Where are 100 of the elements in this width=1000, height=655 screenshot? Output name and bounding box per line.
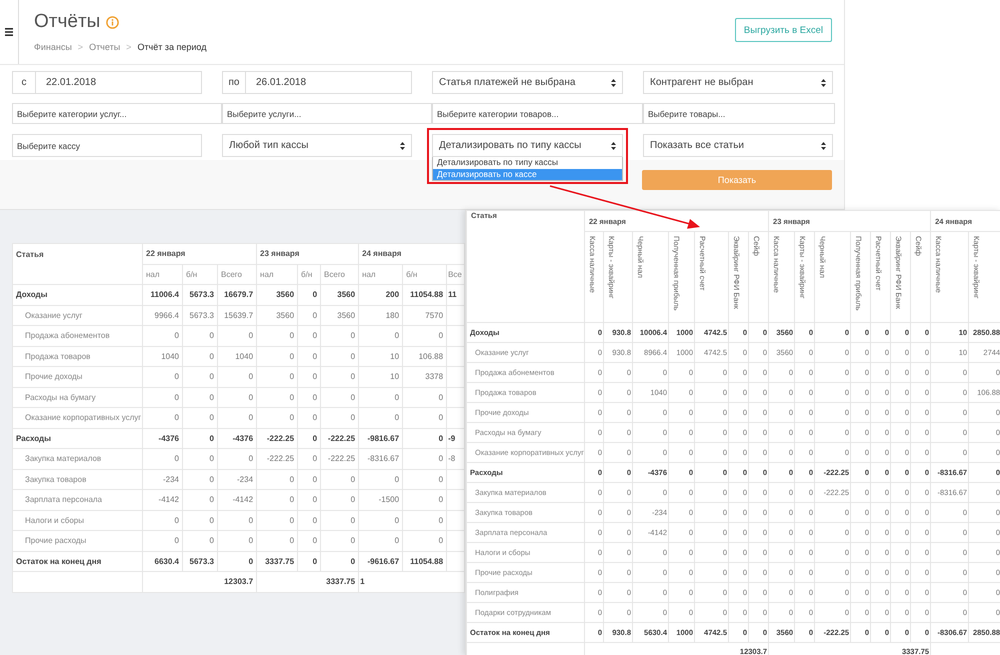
table-cell: 3337.75 (256, 572, 359, 592)
table-cell: 11006.4 (142, 284, 182, 305)
table-cell: 0 (298, 326, 321, 346)
table-cell: 0 (256, 510, 298, 530)
table-cell: 0 (320, 551, 359, 572)
dropdown[interactable]: Показать все статьи (643, 134, 833, 157)
table-cell: 0 (142, 366, 182, 387)
dropdown[interactable]: Статья платежей не выбрана (432, 71, 623, 94)
table-cell: 10 (358, 346, 403, 366)
table-cell: 5673.3 (182, 305, 218, 326)
table-cell: -222.25 (256, 428, 298, 448)
table-cell: 0 (320, 387, 359, 408)
field-label: с (12, 71, 36, 94)
multiselect-field[interactable]: Выберите категории товаров... (432, 103, 643, 124)
select-caret-icon (821, 78, 826, 86)
table-cell: -9616.67 (358, 551, 403, 572)
table-cell: 0 (320, 366, 359, 387)
multiselect-field[interactable]: Выберите товары... (643, 103, 835, 124)
table-cell: -222.25 (320, 428, 359, 448)
table-cell: 0 (358, 510, 403, 530)
table-cell: 0 (256, 490, 298, 510)
table-cell: 3560 (320, 305, 359, 326)
table-cell: 0 (298, 490, 321, 510)
table-cell: 16679.7 (218, 284, 257, 305)
table-cell: 0 (402, 530, 447, 551)
table-cell: 0 (320, 530, 359, 551)
table-cell: 0 (256, 387, 298, 408)
column-header: нал (142, 264, 182, 284)
date-field[interactable]: 26.01.2018 (246, 71, 412, 94)
table-cell: 0 (358, 408, 403, 428)
column-header: Всего (320, 264, 359, 284)
table-cell: 0 (358, 387, 403, 408)
table-cell: 3560 (320, 284, 359, 305)
row-label: Налоги и сборы (12, 510, 142, 530)
table-cell: 0 (142, 326, 182, 346)
table-cell: 0 (218, 366, 257, 387)
table-cell: 0 (256, 530, 298, 551)
select-caret-icon (821, 142, 826, 150)
row-label: Зарплата персонала (12, 490, 142, 510)
date-field[interactable]: 22.01.2018 (36, 71, 202, 94)
column-header: б/н (182, 264, 218, 284)
table-cell: 10 (358, 366, 403, 387)
column-header: нал (358, 264, 403, 284)
table-cell: 0 (402, 448, 447, 469)
dropdown[interactable]: Любой тип кассы (222, 134, 412, 157)
row-label: Доходы (12, 284, 142, 305)
table-cell: 1040 (142, 346, 182, 366)
table-cell: 0 (320, 408, 359, 428)
table-cell: 0 (402, 490, 447, 510)
table-cell: 0 (298, 469, 321, 490)
row-label: Оказание корпоративных услуг (12, 408, 142, 428)
table-cell: -9816.67 (358, 428, 403, 448)
multiselect-field[interactable]: Выберите услуги... (222, 103, 432, 124)
table-cell: 0 (142, 387, 182, 408)
table-cell: -234 (142, 469, 182, 490)
table-cell: 0 (182, 510, 218, 530)
table-cell: -222.25 (256, 448, 298, 469)
table-cell: 0 (402, 408, 447, 428)
breadcrumb-link[interactable]: Отчеты (89, 42, 120, 52)
table-cell: 0 (218, 387, 257, 408)
table-cell: 0 (182, 490, 218, 510)
dropdown-option[interactable]: Детализировать по типу кассы (433, 157, 622, 168)
table-cell: -4376 (218, 428, 257, 448)
table-cell: 0 (182, 530, 218, 551)
row-label: Оказание услуг (12, 305, 142, 326)
table-cell: 0 (298, 387, 321, 408)
row-label: Закупка материалов (12, 448, 142, 469)
select-caret-icon (611, 142, 616, 150)
table-cell: 0 (256, 326, 298, 346)
menu-icon[interactable] (5, 28, 13, 36)
table-cell: 0 (298, 551, 321, 572)
breadcrumb-link[interactable]: Финансы (34, 42, 72, 52)
page-title: Отчёты (34, 11, 100, 33)
table-cell: 3378 (402, 366, 447, 387)
input-field[interactable]: Выберите кассу (12, 134, 202, 157)
table-cell: 0 (182, 469, 218, 490)
column-header: 24 января (358, 244, 465, 264)
dropdown[interactable]: Контрагент не выбран (643, 71, 833, 94)
table-cell: 0 (298, 530, 321, 551)
table-cell: 0 (320, 510, 359, 530)
column-header: нал (256, 264, 298, 284)
table-cell: 0 (182, 408, 218, 428)
table-cell: 5673.3 (182, 551, 218, 572)
dropdown[interactable]: Детализировать по типу кассы (432, 134, 623, 157)
column-header: Всего (218, 264, 257, 284)
table-cell: 0 (298, 428, 321, 448)
table-cell: 0 (298, 366, 321, 387)
table-cell: -234 (218, 469, 257, 490)
multiselect-field[interactable]: Выберите категории услуг... (12, 103, 222, 124)
table-cell: 106.88 (402, 346, 447, 366)
table-cell: 0 (182, 428, 218, 448)
column-header: Статья (12, 244, 142, 284)
table-cell: 0 (182, 346, 218, 366)
table-cell: 180 (358, 305, 403, 326)
breadcrumb-separator: > (126, 42, 132, 52)
table-cell: 0 (218, 510, 257, 530)
column-header: 22 января (142, 244, 257, 264)
table-cell: 0 (256, 346, 298, 366)
table-cell: 200 (358, 284, 403, 305)
table-cell: 3560 (256, 305, 298, 326)
